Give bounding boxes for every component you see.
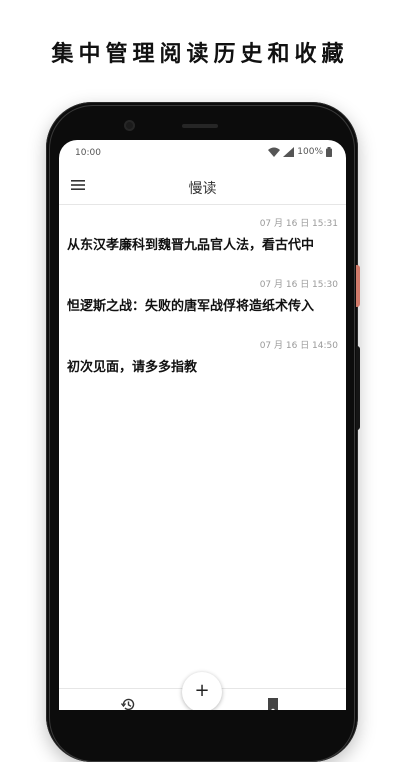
front-camera: [124, 120, 135, 131]
item-title: 初次见面，请多多指教: [67, 360, 198, 375]
status-bar: 10:00 100%: [59, 140, 346, 166]
battery-icon: [326, 147, 332, 157]
status-time: 10:00: [75, 148, 101, 158]
item-title: 从东汉孝廉科到魏晋九品官人法，看古代中: [67, 238, 315, 253]
promo-headline: 集中管理阅读历史和收藏: [51, 41, 349, 67]
app-bar: 慢读: [59, 170, 346, 205]
article-list: 07 月 16 日 15:31 从东汉孝廉科到魏晋九品官人法，看古代中 07 月…: [59, 212, 346, 395]
signal-icon: [283, 147, 295, 157]
power-button: [356, 265, 360, 307]
wifi-icon: [268, 147, 281, 157]
add-button[interactable]: +: [182, 672, 222, 710]
bookmark-icon[interactable]: [268, 698, 278, 710]
list-item[interactable]: 07 月 16 日 14:50 初次见面，请多多指教: [59, 334, 346, 395]
status-icons: 100%: [268, 147, 332, 157]
battery-percent: 100%: [297, 147, 323, 157]
item-date: 07 月 16 日 15:31: [259, 219, 338, 229]
item-date: 07 月 16 日 15:30: [259, 280, 338, 290]
item-title: 怛逻斯之战：失败的唐军战俘将造纸术传入: [67, 299, 315, 314]
list-item[interactable]: 07 月 16 日 15:30 怛逻斯之战：失败的唐军战俘将造纸术传入: [59, 273, 346, 334]
history-icon[interactable]: [121, 697, 136, 710]
phone-screen: 10:00 100% 慢读 07 月 16 日 15:31 从东汉孝廉科到魏晋九: [59, 140, 346, 710]
app-title: 慢读: [188, 181, 217, 197]
item-date: 07 月 16 日 14:50: [259, 341, 338, 351]
volume-button: [356, 346, 360, 430]
list-item[interactable]: 07 月 16 日 15:31 从东汉孝廉科到魏晋九品官人法，看古代中: [59, 212, 346, 273]
earpiece-speaker: [182, 124, 218, 128]
